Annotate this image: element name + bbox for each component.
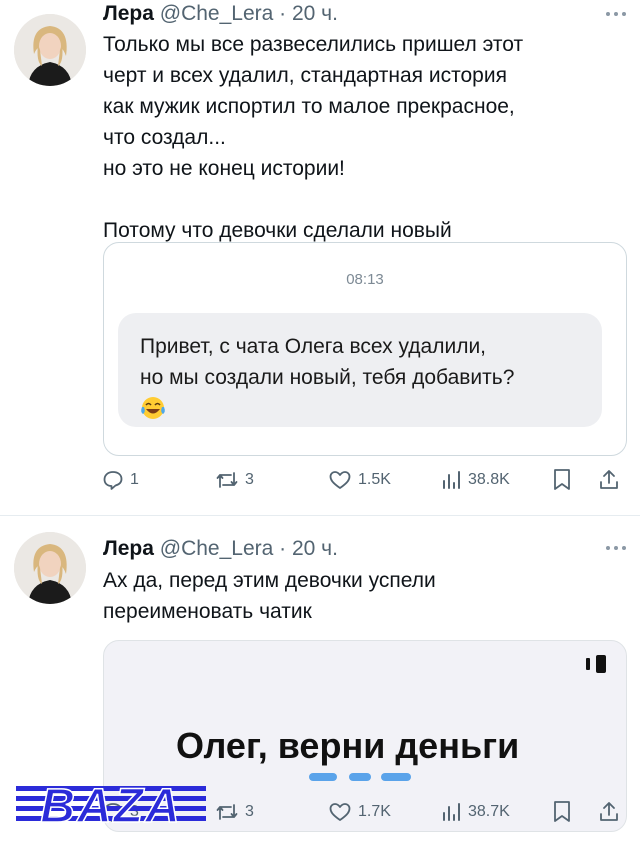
like-button[interactable]: 1.5K bbox=[328, 465, 391, 495]
author-name[interactable]: Лера bbox=[103, 537, 154, 560]
views-chart-icon bbox=[443, 803, 460, 821]
author-handle-time[interactable]: @Che_Lera · 20 ч. bbox=[160, 537, 338, 560]
message-time: 08:13 bbox=[346, 271, 384, 288]
baza-watermark-logo: BAZA bbox=[16, 780, 206, 830]
share-button[interactable] bbox=[598, 465, 620, 495]
retweet-button[interactable]: 3 bbox=[215, 797, 254, 827]
tweet-text: Ах да, перед этим девочки успели переиме… bbox=[103, 569, 436, 623]
bookmark-icon bbox=[554, 801, 570, 822]
views-count: 38.7K bbox=[468, 803, 510, 820]
tweet-media-screenshot[interactable]: 08:13 Привет, с чата Олега всех удалили,… bbox=[103, 242, 627, 456]
reply-button[interactable]: 1 bbox=[102, 465, 139, 495]
retweet-icon bbox=[216, 472, 238, 488]
author-handle-time[interactable]: @Che_Lera · 20 ч. bbox=[160, 2, 338, 25]
author-avatar[interactable] bbox=[14, 532, 86, 604]
share-icon bbox=[600, 802, 618, 821]
cropped-text-peek bbox=[309, 773, 429, 783]
laughing-tears-emoji-icon bbox=[141, 397, 165, 419]
views-chart-icon bbox=[443, 471, 460, 489]
views-button[interactable]: 38.7K bbox=[440, 797, 510, 827]
share-icon bbox=[600, 470, 618, 489]
tweet-header: Лера @Che_Lera · 20 ч. bbox=[103, 537, 338, 561]
battery-icon bbox=[586, 655, 606, 673]
more-options-icon[interactable] bbox=[606, 546, 628, 552]
reply-count: 1 bbox=[130, 471, 139, 488]
like-button[interactable]: 1.7K bbox=[328, 797, 391, 827]
like-count: 1.5K bbox=[358, 471, 391, 488]
tweet-1[interactable]: Лера @Che_Lera · 20 ч. Только мы все раз… bbox=[0, 0, 640, 510]
message-text: Привет, с чата Олега всех удалили, но мы… bbox=[140, 335, 515, 389]
retweet-count: 3 bbox=[245, 803, 254, 820]
bookmark-icon bbox=[554, 469, 570, 490]
tweet-divider bbox=[0, 515, 640, 516]
retweet-count: 3 bbox=[245, 471, 254, 488]
tweet-actions: 1 3 1.5K 38.8K bbox=[100, 465, 630, 495]
bookmark-button[interactable] bbox=[552, 797, 572, 827]
message-bubble: Привет, с чата Олега всех удалили, но мы… bbox=[118, 313, 602, 427]
views-count: 38.8K bbox=[468, 471, 510, 488]
author-name[interactable]: Лера bbox=[103, 2, 154, 25]
heart-icon bbox=[329, 471, 351, 489]
bookmark-button[interactable] bbox=[552, 465, 572, 495]
tweet-text: Только мы все развеселились пришел этот … bbox=[103, 33, 524, 242]
share-button[interactable] bbox=[598, 797, 620, 827]
avatar-photo-icon bbox=[14, 532, 86, 604]
retweet-button[interactable]: 3 bbox=[215, 465, 254, 495]
heart-icon bbox=[329, 803, 351, 821]
tweet-header: Лера @Che_Lera · 20 ч. bbox=[103, 2, 338, 26]
avatar-photo-icon bbox=[14, 14, 86, 86]
views-button[interactable]: 38.8K bbox=[440, 465, 510, 495]
author-avatar[interactable] bbox=[14, 14, 86, 86]
more-options-icon[interactable] bbox=[606, 12, 628, 18]
retweet-icon bbox=[216, 804, 238, 820]
chat-title: Олег, верни деньги bbox=[176, 725, 520, 766]
svg-text:BAZA: BAZA bbox=[40, 780, 181, 830]
reply-icon bbox=[103, 471, 123, 490]
like-count: 1.7K bbox=[358, 803, 391, 820]
